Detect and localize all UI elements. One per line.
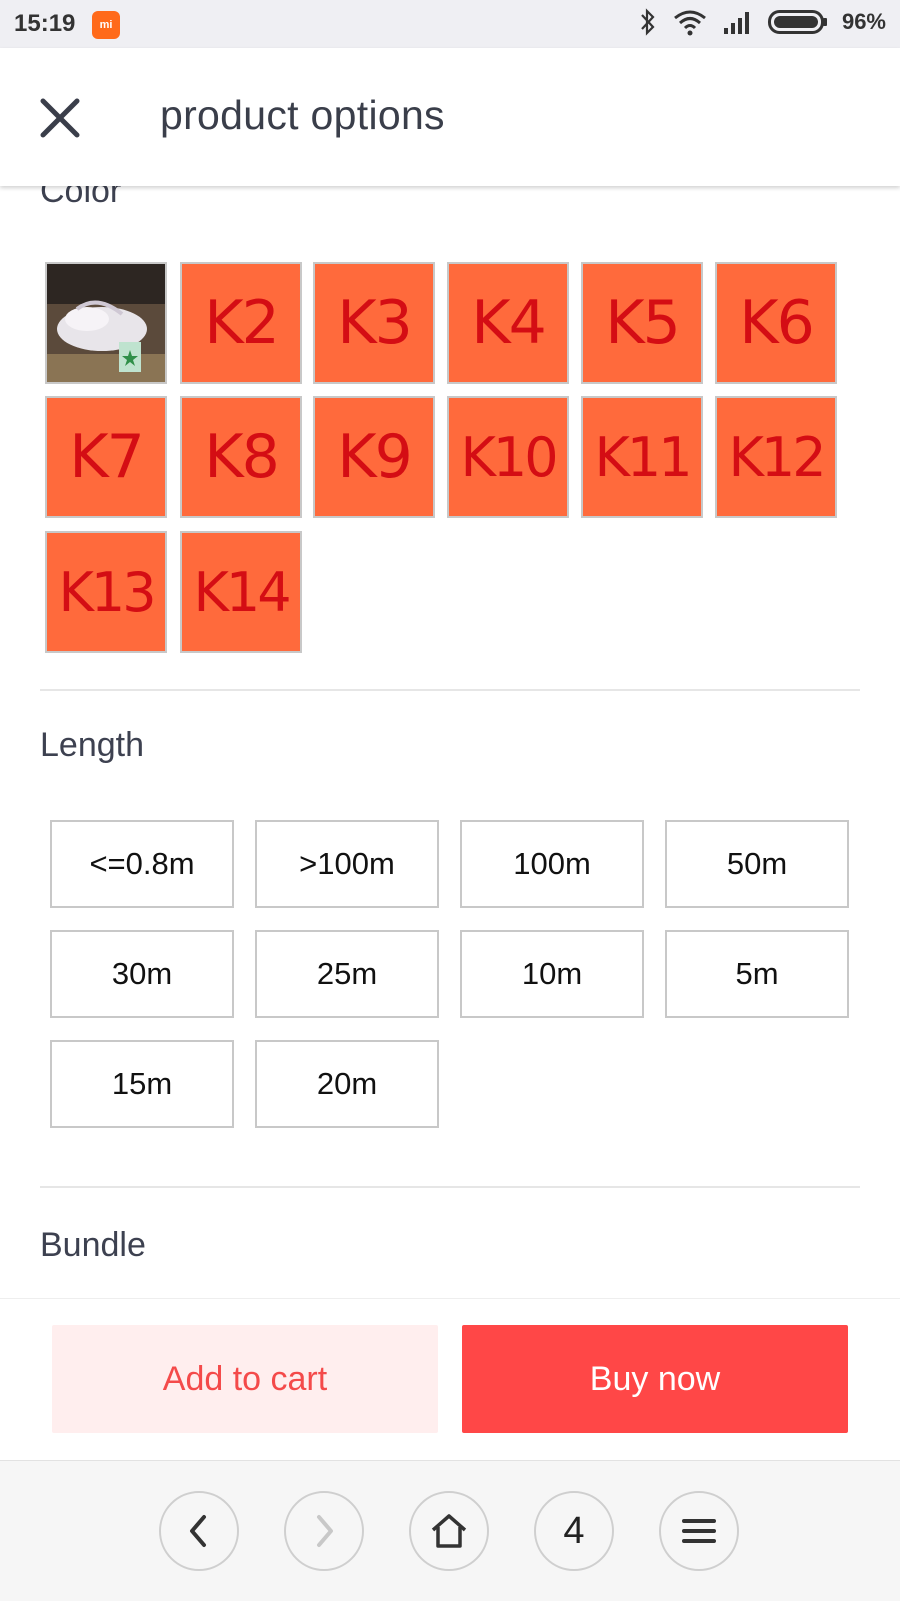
battery-icon	[767, 10, 827, 34]
color-option-k8[interactable]: K8	[180, 396, 302, 518]
length-option[interactable]: <=0.8m	[50, 820, 234, 908]
chevron-left-icon	[190, 1515, 206, 1547]
color-option-label: K13	[58, 560, 156, 624]
status-icons: 96%	[638, 8, 886, 36]
chevron-right-icon	[317, 1515, 333, 1547]
options-content[interactable]: Color K2 K3 K4 K5 K6 K7 K8 K9 K10 K11 K1…	[0, 186, 900, 1296]
status-time: 15:19	[14, 10, 76, 37]
hamburger-menu-icon	[682, 1519, 716, 1543]
close-icon	[40, 98, 80, 138]
color-option-k5[interactable]: K5	[581, 262, 703, 384]
color-option-label: K5	[605, 288, 681, 358]
color-option-label: K14	[193, 560, 291, 624]
length-option[interactable]: 20m	[255, 1040, 439, 1128]
section-divider	[40, 1186, 860, 1188]
page-title: product options	[160, 92, 445, 138]
color-option-label: K8	[204, 422, 280, 492]
length-option[interactable]: 100m	[460, 820, 644, 908]
length-option[interactable]: 25m	[255, 930, 439, 1018]
color-option-k9[interactable]: K9	[313, 396, 435, 518]
action-bar: Add to cart Buy now	[0, 1298, 900, 1433]
color-option-label: K6	[739, 288, 815, 358]
length-option[interactable]: 50m	[665, 820, 849, 908]
color-option-label: K3	[337, 288, 413, 358]
home-button[interactable]	[409, 1491, 489, 1571]
color-option-k6[interactable]: K6	[715, 262, 837, 384]
color-option-k13[interactable]: K13	[45, 531, 167, 653]
mi-app-icon: mi	[92, 11, 120, 39]
tab-count: 4	[563, 1509, 585, 1552]
close-button[interactable]	[38, 96, 82, 140]
color-option-k7[interactable]: K7	[45, 396, 167, 518]
color-option-label: K7	[69, 422, 145, 492]
tabs-button[interactable]: 4	[534, 1491, 614, 1571]
length-option[interactable]: 30m	[50, 930, 234, 1018]
add-to-cart-button[interactable]: Add to cart	[52, 1325, 438, 1433]
length-option[interactable]: 15m	[50, 1040, 234, 1128]
battery-percent: 96%	[841, 9, 886, 34]
color-option-k2[interactable]: K2	[180, 262, 302, 384]
color-option-k3[interactable]: K3	[313, 262, 435, 384]
color-option-k4[interactable]: K4	[447, 262, 569, 384]
forward-button[interactable]	[284, 1491, 364, 1571]
color-option-label: K12	[728, 425, 826, 489]
product-photo-thumbnail	[47, 264, 165, 382]
back-button[interactable]	[159, 1491, 239, 1571]
length-section-title: Length	[40, 726, 144, 764]
color-option-label: K9	[337, 422, 413, 492]
color-option-k12[interactable]: K12	[715, 396, 837, 518]
length-option[interactable]: >100m	[255, 820, 439, 908]
home-icon	[431, 1514, 467, 1548]
status-bar: 15:19 mi 96%	[0, 0, 900, 48]
bluetooth-icon	[641, 8, 655, 36]
color-option-photo[interactable]	[45, 262, 167, 384]
wifi-icon	[674, 10, 706, 36]
color-option-label: K4	[471, 288, 547, 358]
buy-now-button[interactable]: Buy now	[462, 1325, 848, 1433]
browser-nav-bar: 4	[0, 1460, 900, 1601]
length-option[interactable]: 10m	[460, 930, 644, 1018]
color-option-k11[interactable]: K11	[581, 396, 703, 518]
section-divider	[40, 689, 860, 691]
color-option-k14[interactable]: K14	[180, 531, 302, 653]
menu-button[interactable]	[659, 1491, 739, 1571]
color-section-title: Color	[40, 186, 122, 210]
header-bar: product options	[0, 48, 900, 186]
signal-icon	[723, 12, 749, 34]
length-option[interactable]: 5m	[665, 930, 849, 1018]
color-option-k10[interactable]: K10	[447, 396, 569, 518]
color-option-label: K2	[204, 288, 280, 358]
bundle-section-title: Bundle	[40, 1226, 146, 1264]
color-option-label: K11	[594, 425, 692, 489]
color-option-label: K10	[460, 425, 558, 489]
